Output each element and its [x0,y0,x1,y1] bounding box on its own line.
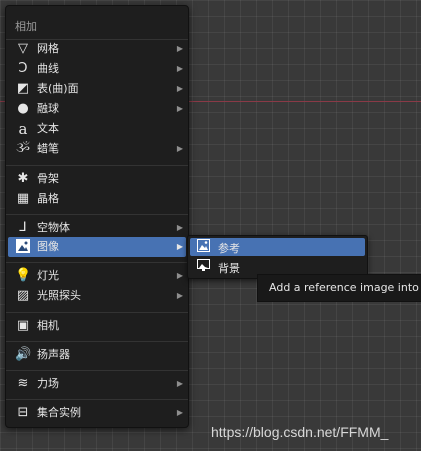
menu-item-label: 融球 [37,102,59,115]
submenu-arrow-icon: ▶ [176,291,183,300]
menu-item-label: 文本 [37,122,59,135]
menu-item-speaker[interactable]: 🔊 扬声器 [8,345,186,365]
submenu-arrow-icon: ▶ [176,271,183,280]
menu-item-surface[interactable]: ◩ 表(曲)面 ▶ [8,79,186,99]
menu-item-grease-pencil[interactable]: ૐ 蜡笔 ▶ [8,139,186,159]
surface-icon: ◩ [16,81,30,96]
submenu-arrow-icon: ▶ [176,44,183,53]
menu-item-label: 晶格 [37,192,59,205]
menu-item-light-probe[interactable]: ▨ 光照探头 ▶ [8,286,186,306]
force-field-icon: ≋ [17,376,29,391]
submenu-item-label: 背景 [218,262,240,275]
menu-item-label: 相机 [37,319,59,332]
light-probe-icon: ▨ [16,288,30,303]
menu-item-label: 蜡笔 [37,142,59,155]
menu-item-label: 光照探头 [37,289,81,302]
submenu-arrow-icon: ▶ [176,223,183,232]
metaball-icon: ● [17,101,29,116]
armature-icon: ✱ [17,171,29,186]
submenu-item-label: 参考 [218,242,240,255]
menu-item-label: 表(曲)面 [37,82,79,95]
menu-item-armature[interactable]: ✱ 骨架 [8,169,186,189]
menu-item-label: 力场 [37,377,59,390]
text-icon: a [18,120,28,138]
menu-separator [6,312,188,313]
menu-item-label: 空物体 [37,221,70,234]
submenu-arrow-icon: ▶ [176,242,183,251]
menu-item-label: 骨架 [37,172,59,185]
submenu-arrow-icon: ▶ [176,408,183,417]
menu-item-collection-instance[interactable]: ⊟ 集合实例 ▶ [8,403,186,423]
empty-icon: ⅃ [19,220,27,235]
menu-item-force-field[interactable]: ≋ 力场 ▶ [8,374,186,394]
speaker-icon: 🔊 [15,347,32,362]
image-submenu: 参考 背景 [187,235,368,279]
curve-icon: Ͻ [18,61,28,76]
menu-item-empty[interactable]: ⅃ 空物体 ▶ [8,218,186,238]
light-icon: 💡 [15,268,32,283]
lattice-icon: ▦ [16,191,30,206]
menu-title: 相加 [15,20,37,33]
menu-item-light[interactable]: 💡 灯光 ▶ [8,266,186,286]
menu-item-label: 图像 [37,240,59,253]
submenu-arrow-icon: ▶ [176,379,183,388]
menu-item-curve[interactable]: Ͻ 曲线 ▶ [8,59,186,79]
menu-item-label: 曲线 [37,62,59,75]
menu-item-lattice[interactable]: ▦ 晶格 [8,189,186,209]
collection-instance-icon: ⊟ [17,405,29,420]
submenu-arrow-icon: ▶ [176,104,183,113]
submenu-arrow-icon: ▶ [176,84,183,93]
tooltip: Add a reference image into the [257,274,421,302]
watermark: https://blog.csdn.net/FFMM_ [211,424,389,440]
image-icon [15,239,31,255]
menu-separator [6,262,188,263]
menu-item-label: 扬声器 [37,348,70,361]
mesh-icon: ▽ [18,41,28,56]
submenu-arrow-icon: ▶ [176,144,183,153]
menu-item-label: 网格 [37,42,59,55]
menu-separator [6,399,188,400]
menu-separator [6,370,188,371]
menu-item-mesh[interactable]: ▽ 网格 ▶ [8,39,186,59]
menu-item-label: 集合实例 [37,406,81,419]
submenu-item-reference[interactable]: 参考 [190,238,365,256]
menu-item-image[interactable]: 图像 ▶ [8,237,186,257]
submenu-arrow-icon: ▶ [176,64,183,73]
background-image-icon [197,259,212,274]
menu-separator [6,341,188,342]
menu-separator [6,165,188,166]
menu-item-label: 灯光 [37,269,59,282]
menu-separator [6,214,188,215]
camera-icon: ▣ [16,318,30,333]
menu-item-metaball[interactable]: ● 融球 ▶ [8,99,186,119]
reference-image-icon [197,239,212,254]
grease-pencil-icon: ૐ [15,141,30,156]
tooltip-text: Add a reference image into the [269,281,421,294]
menu-item-text[interactable]: a 文本 [8,119,186,139]
add-menu: 相加 ▽ 网格 ▶ Ͻ 曲线 ▶ ◩ 表(曲)面 ▶ ● 融球 ▶ a 文本 ૐ… [5,5,189,428]
menu-item-camera[interactable]: ▣ 相机 [8,316,186,336]
